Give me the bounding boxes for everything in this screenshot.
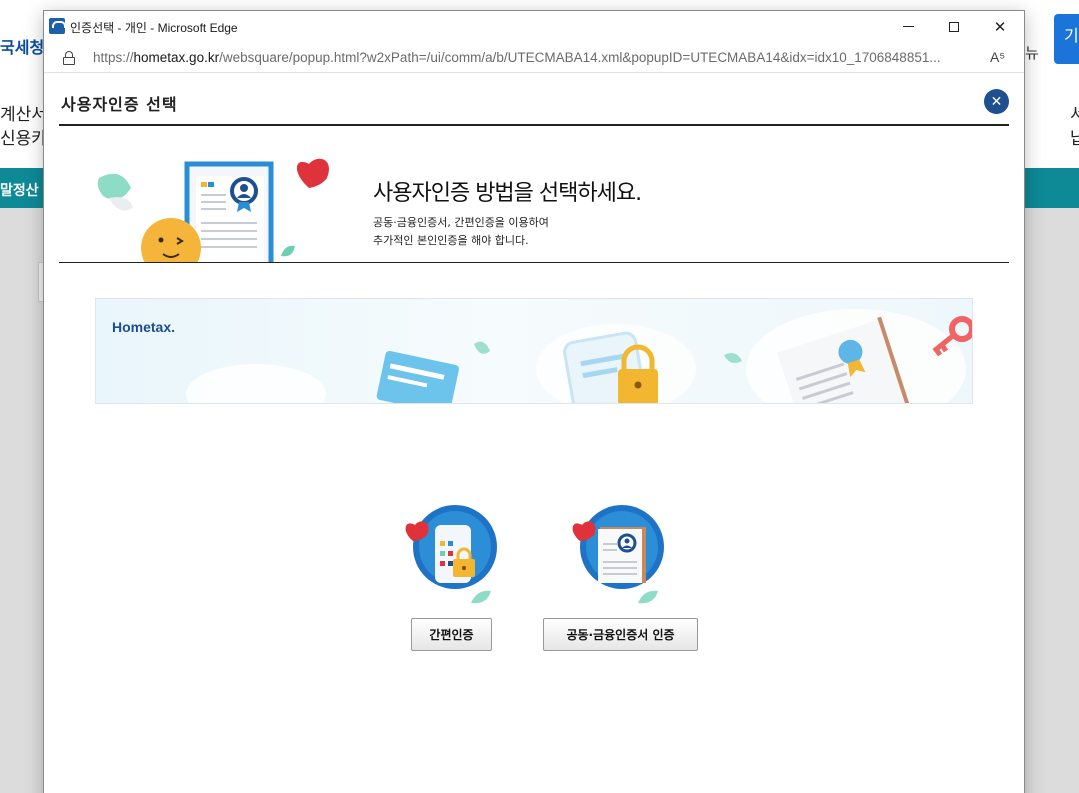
- popup-content: 사용자인증 선택 ✕ 사용자인증 방법을 선택하세요. 공동·금융인증서, 간편…: [44, 73, 1024, 793]
- cloud-shape: [186, 364, 326, 403]
- url-text[interactable]: https://hometax.go.kr/websquare/popup.ht…: [93, 50, 941, 65]
- hero-divider: [59, 262, 1009, 263]
- app-dot: [440, 551, 445, 556]
- background-right-text-1: 서: [1070, 105, 1079, 125]
- hometax-app-icon: [49, 18, 66, 34]
- seal-person-head: [240, 184, 248, 192]
- background-nav-text: 말정산 ·: [0, 183, 49, 199]
- key-icon: [949, 316, 972, 342]
- minimize-button[interactable]: [885, 11, 931, 42]
- background-blue-button[interactable]: 기: [1054, 14, 1079, 64]
- doc-line: [201, 201, 226, 203]
- leaf-icon: [724, 353, 742, 363]
- doc-line: [201, 222, 257, 224]
- banner-illustration: [186, 309, 972, 403]
- simple-auth-illustration[interactable]: [399, 503, 499, 612]
- padlock-keyhole: [634, 381, 642, 389]
- doc-mark-blue: [208, 182, 214, 187]
- app-dot: [448, 561, 453, 566]
- background-right-text-2: 납: [1070, 129, 1079, 149]
- doc-line: [603, 549, 617, 551]
- background-logo-text: 국세청: [0, 38, 45, 57]
- leaf-shadow: [109, 197, 133, 211]
- window-titlebar[interactable]: 인증선택 - 개인 - Microsoft Edge ✕: [44, 11, 1024, 42]
- simple-auth-icon: [405, 505, 497, 604]
- hometax-banner: Hometax.: [95, 298, 973, 404]
- background-left-text-2: 신용카: [0, 129, 47, 149]
- smiley-eye: [158, 237, 164, 243]
- doc-line: [201, 208, 226, 210]
- certificate-auth-button[interactable]: 공동·금융인증서 인증: [543, 618, 698, 651]
- certificate-auth-illustration[interactable]: [566, 503, 666, 612]
- doc-line: [201, 230, 257, 232]
- doc-line: [603, 573, 637, 575]
- leaf-icon: [471, 590, 491, 604]
- doc-line: [603, 561, 637, 563]
- background-left-text-1: 계산서: [0, 105, 47, 125]
- doc-line: [201, 238, 257, 240]
- leaf-icon: [97, 173, 131, 200]
- hero-description-line-1: 공동·금융인증서, 간편인증을 이용하여: [373, 216, 549, 229]
- hero-heading: 사용자인증 방법을 선택하세요.: [373, 181, 642, 206]
- read-aloud-icon[interactable]: A⁵: [990, 49, 1005, 65]
- app-dot: [440, 541, 445, 546]
- certificate-auth-icon: [572, 505, 664, 604]
- url-path: /websquare/popup.html?w2xPath=/ui/comm/a…: [219, 50, 941, 65]
- url-prefix: https://: [93, 50, 134, 65]
- heart-icon: [296, 158, 330, 188]
- hometax-logo: Hometax.: [112, 319, 176, 335]
- maximize-button[interactable]: [931, 11, 977, 42]
- seal-person-head: [624, 538, 630, 544]
- app-dot: [440, 561, 445, 566]
- leaf-icon: [638, 590, 658, 604]
- minimize-icon: [902, 26, 914, 27]
- background-menu-text: 뉴: [1025, 44, 1039, 62]
- hero-description-line-2: 추가적인 본인인증을 해야 합니다.: [373, 234, 529, 247]
- popup-window: 인증선택 - 개인 - Microsoft Edge ✕ https://hom…: [43, 10, 1025, 793]
- url-domain: hometax.go.kr: [133, 50, 220, 65]
- popup-close-button[interactable]: ✕: [984, 89, 1009, 114]
- hero-illustration: [97, 158, 330, 262]
- padlock-keyhole: [462, 566, 466, 570]
- id-card-icon: [376, 350, 459, 403]
- window-title: 인증선택 - 개인 - Microsoft Edge: [70, 21, 238, 35]
- hero-section: 사용자인증 방법을 선택하세요. 공동·금융인증서, 간편인증을 이용하여 추가…: [59, 126, 1009, 262]
- lock-icon[interactable]: [63, 51, 75, 65]
- simple-auth-button[interactable]: 간편인증: [411, 618, 492, 651]
- popup-title: 사용자인증 선택: [61, 95, 178, 114]
- maximize-icon: [949, 21, 959, 32]
- app-dot: [448, 551, 453, 556]
- doc-line: [201, 246, 257, 248]
- small-leaf-icon: [281, 245, 295, 257]
- window-close-button[interactable]: ✕: [977, 11, 1023, 42]
- app-dot: [448, 541, 453, 546]
- doc-mark-yellow: [201, 182, 207, 187]
- leaf-icon: [474, 341, 490, 354]
- doc-line: [201, 194, 226, 196]
- address-bar[interactable]: https://hometax.go.kr/websquare/popup.ht…: [44, 42, 1024, 73]
- doc-line: [603, 543, 617, 545]
- doc-line: [603, 567, 637, 569]
